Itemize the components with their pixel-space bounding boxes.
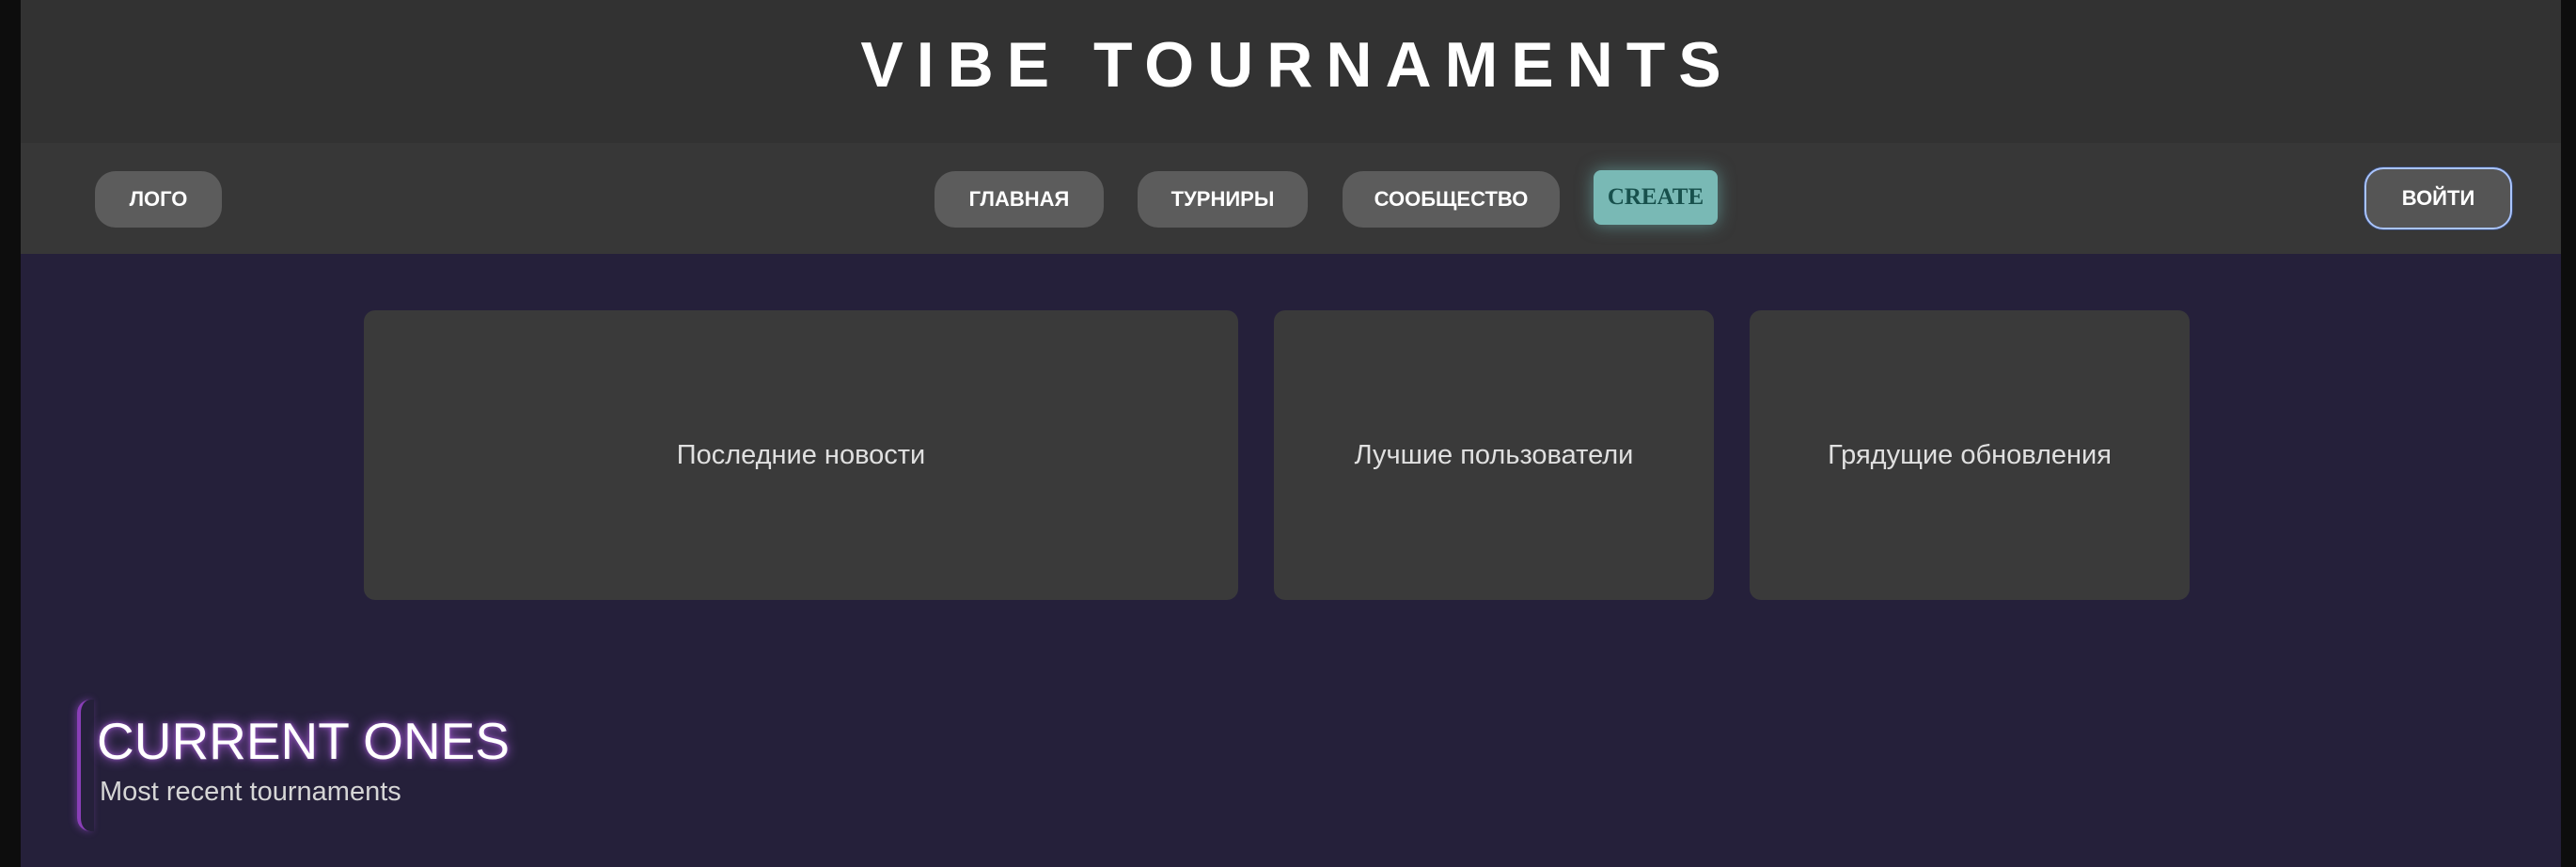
info-cards: Последние новости Лучшие пользователи Гр… <box>21 310 2561 600</box>
card-label: Лучшие пользователи <box>1354 439 1634 470</box>
logo-button[interactable]: ЛОГО <box>95 171 222 228</box>
section-title: CURRENT ONES <box>97 712 510 770</box>
nav-bar: ЛОГО ГЛАВНАЯ ТУРНИРЫ СООБЩЕСТВО CREATE В… <box>21 143 2561 254</box>
card-label: Последние новости <box>676 439 926 470</box>
title-bar: VIBE TOURNAMENTS <box>21 0 2561 143</box>
nav-item-home[interactable]: ГЛАВНАЯ <box>935 171 1104 228</box>
browser-frame: VIBE TOURNAMENTS ЛОГО ГЛАВНАЯ ТУРНИРЫ СО… <box>0 0 2576 867</box>
page: VIBE TOURNAMENTS ЛОГО ГЛАВНАЯ ТУРНИРЫ СО… <box>21 0 2561 867</box>
card-latest-news[interactable]: Последние новости <box>364 310 1238 600</box>
nav-item-community[interactable]: СООБЩЕСТВО <box>1343 171 1560 228</box>
login-button[interactable]: ВОЙТИ <box>2364 167 2512 229</box>
section-accent-line <box>77 700 94 831</box>
create-button[interactable]: CREATE <box>1594 170 1718 225</box>
card-top-users[interactable]: Лучшие пользователи <box>1274 310 1714 600</box>
card-label: Грядущие обновления <box>1828 439 2112 470</box>
card-upcoming-updates[interactable]: Грядущие обновления <box>1750 310 2190 600</box>
nav-item-tournaments[interactable]: ТУРНИРЫ <box>1138 171 1308 228</box>
site-title: VIBE TOURNAMENTS <box>860 29 1735 101</box>
section-subtitle: Most recent tournaments <box>100 777 401 807</box>
current-section-header: CURRENT ONES Most recent tournaments <box>77 700 528 831</box>
